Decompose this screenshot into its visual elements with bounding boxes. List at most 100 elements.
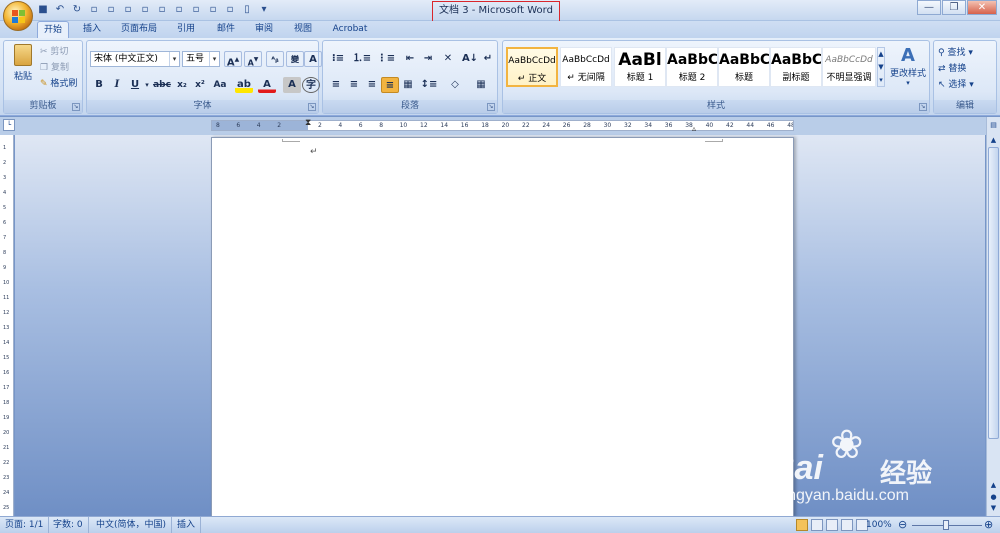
save-icon[interactable]: ■ [36,3,50,17]
style-subtitle[interactable]: AaBbC 副标题 [770,47,822,87]
clear-format-icon[interactable]: ᴬᵦ [266,51,284,67]
right-indent-marker[interactable]: ▵ [692,124,696,133]
status-language[interactable]: 中文(简体，中国) [91,517,173,533]
cut-button[interactable]: ✂ 剪切 [40,44,68,57]
char-shading-icon[interactable]: A [283,77,301,93]
prev-page-icon[interactable]: ▲ [988,480,999,490]
distribute-icon[interactable]: ▦ [399,77,417,93]
status-page[interactable]: 页面: 1/1 [0,517,50,533]
style-subtle-emphasis[interactable]: AaBbCcDd 不明显强调 [822,47,876,87]
find-button[interactable]: ⚲ 查找 ▾ [938,45,973,58]
change-case-button[interactable]: Aa [209,77,231,93]
style-no-spacing[interactable]: AaBbCcDd ↵ 无间隔 [560,47,612,87]
bullets-icon[interactable]: ⁝≡ [327,51,349,67]
tab-references[interactable]: 引用 [170,21,202,39]
bold-button[interactable]: B [90,77,108,93]
italic-button[interactable]: I [108,77,126,93]
font-launcher[interactable]: ↘ [308,103,316,111]
outline-icon[interactable] [841,519,853,531]
vertical-ruler[interactable]: 1 2 3 4 5 6 7 8 9 10 11 12 13 14 15 16 17 18 19 20 21 22 23 24 2… [0,135,14,516]
justify-icon[interactable]: ≡ [381,77,399,93]
status-mode[interactable]: 插入 [172,517,202,533]
zoom-in-icon[interactable]: ⊕ [984,517,993,533]
paste-button[interactable]: 粘贴 [9,44,37,88]
phonetic-guide-icon[interactable]: 變 [286,51,304,67]
full-screen-reading-icon[interactable] [811,519,823,531]
qat-icon-4[interactable]: ▫ [138,3,152,17]
tab-mailings[interactable]: 邮件 [210,21,242,39]
increase-indent-icon[interactable]: ⇥ [419,51,437,67]
scroll-up-icon[interactable]: ▲ [988,135,999,146]
style-title[interactable]: AaBbC 标题 [718,47,770,87]
subscript-button[interactable]: x₂ [173,77,191,93]
tab-home[interactable]: 开始 [37,21,69,39]
tab-acrobat[interactable]: Acrobat [327,21,373,39]
qat-icon-7[interactable]: ▫ [189,3,203,17]
qat-icon-2[interactable]: ▫ [104,3,118,17]
qat-icon-9[interactable]: ▫ [223,3,237,17]
tab-page-layout[interactable]: 页面布局 [116,21,162,39]
qat-icon-1[interactable]: ▫ [87,3,101,17]
print-layout-icon[interactable] [796,519,808,531]
close-button[interactable]: ✕ [967,0,997,15]
replace-button[interactable]: ⇄ 替换 [938,61,966,74]
tab-view[interactable]: 视图 [287,21,319,39]
undo-icon[interactable]: ↶ [53,3,67,17]
zoom-out-icon[interactable]: ⊖ [898,517,907,533]
next-page-icon[interactable]: ▼ [988,503,999,513]
grow-font-button[interactable]: A▲ [224,51,242,68]
numbering-icon[interactable]: ⒈≡ [351,51,373,67]
strikethrough-button[interactable]: abc [151,77,173,93]
indent-marker[interactable]: ⧗ [305,118,311,128]
vertical-scrollbar[interactable]: ▤ ▲ ▲ ● ▼ [986,117,1000,516]
font-size-select[interactable]: 五号 ▾ [182,51,220,67]
tab-review[interactable]: 审阅 [248,21,280,39]
qat-customize-icon[interactable]: ▾ [257,3,271,17]
document-page[interactable]: ↵ [211,137,794,517]
qat-icon-8[interactable]: ▫ [206,3,220,17]
borders-icon[interactable]: ▦ [469,77,493,93]
sort-icon[interactable]: A↓ [461,51,479,67]
select-button[interactable]: ↖ 选择 ▾ [938,77,974,90]
tab-selector[interactable]: └ [3,119,15,131]
align-right-icon[interactable]: ≡ [363,77,381,93]
new-document-icon[interactable]: ▯ [240,3,254,17]
style-heading-2[interactable]: AaBbC 标题 2 [666,47,718,87]
decrease-indent-icon[interactable]: ⇤ [401,51,419,67]
horizontal-ruler[interactable]: 8 6 4 2 2 4 6 8 10 12 14 16 18 20 22 24 26 28 30 32 34 36 38 40… [211,120,794,131]
zoom-level[interactable]: 100% [866,517,892,533]
scroll-thumb[interactable] [988,147,999,439]
char-border-icon[interactable]: A [304,51,322,67]
status-words[interactable]: 字数: 0 [48,517,89,533]
copy-button[interactable]: ❐ 复制 [40,60,69,73]
multilevel-list-icon[interactable]: ⋮≡ [375,51,397,67]
ruler-toggle-icon[interactable]: ▤ [988,120,999,131]
restore-button[interactable]: ❐ [942,0,966,15]
office-button[interactable] [3,1,33,31]
enclose-char-icon[interactable]: 字 [302,77,320,93]
styles-scroll[interactable]: ▲ ▼ ▾ [877,47,885,87]
tab-insert[interactable]: 插入 [77,21,107,39]
redo-icon[interactable]: ↻ [70,3,84,17]
zoom-thumb[interactable] [943,520,949,530]
browse-object-icon[interactable]: ● [988,492,999,502]
shrink-font-button[interactable]: A▼ [244,51,262,67]
font-color-button[interactable]: A [258,77,276,93]
align-center-icon[interactable]: ≡ [345,77,363,93]
style-heading-1[interactable]: AaBl 标题 1 [614,47,666,87]
highlight-icon[interactable]: ab [235,77,253,93]
format-painter-button[interactable]: ✎ 格式刷 [40,76,77,89]
font-name-select[interactable]: 宋体 (中文正文) ▾ [90,51,180,67]
line-spacing-icon[interactable]: ↕≡ [417,77,441,93]
styles-launcher[interactable]: ↘ [919,103,927,111]
align-left-icon[interactable]: ≡ [327,77,345,93]
chinese-layout-icon[interactable]: ✕ [437,51,459,67]
shading-icon[interactable]: ◇ [443,77,467,93]
change-styles-button[interactable]: A 更改样式 ▾ [889,45,927,87]
qat-icon-5[interactable]: ▫ [155,3,169,17]
paragraph-launcher[interactable]: ↘ [487,103,495,111]
qat-icon-3[interactable]: ▫ [121,3,135,17]
superscript-button[interactable]: x² [191,77,209,93]
web-layout-icon[interactable] [826,519,838,531]
qat-icon-6[interactable]: ▫ [172,3,186,17]
